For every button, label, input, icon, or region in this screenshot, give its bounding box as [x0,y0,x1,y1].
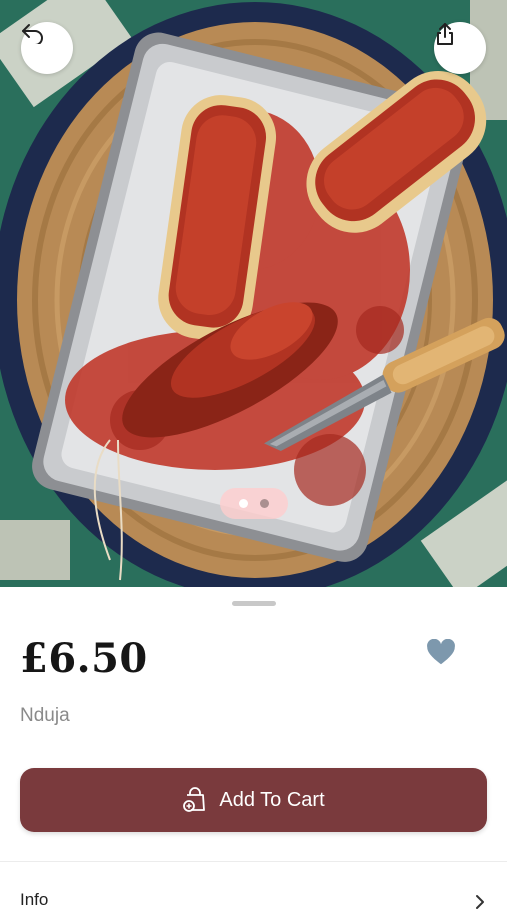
pager-dot[interactable] [260,499,269,508]
product-name: Nduja [20,705,70,726]
add-to-cart-label: Add To Cart [219,788,325,811]
product-price: £6.50 [20,635,148,682]
sheet-drag-handle[interactable] [232,601,276,606]
chevron-right-icon [476,895,484,909]
product-image[interactable] [0,0,507,587]
info-label: Info [20,890,49,909]
favorite-button[interactable] [426,638,456,667]
add-to-cart-button[interactable]: Add To Cart [20,768,487,832]
gallery-pager [220,488,288,519]
share-button[interactable] [434,22,486,74]
cart-add-icon [183,787,206,812]
heart-icon [427,638,455,665]
back-button[interactable] [21,22,73,74]
share-icon [437,23,453,45]
back-arrow-icon [22,24,43,44]
product-details-sheet: £6.50 Nduja Add To Cart Info [0,587,507,909]
info-section-row[interactable]: Info [0,862,507,909]
pager-dot-active[interactable] [239,499,248,508]
